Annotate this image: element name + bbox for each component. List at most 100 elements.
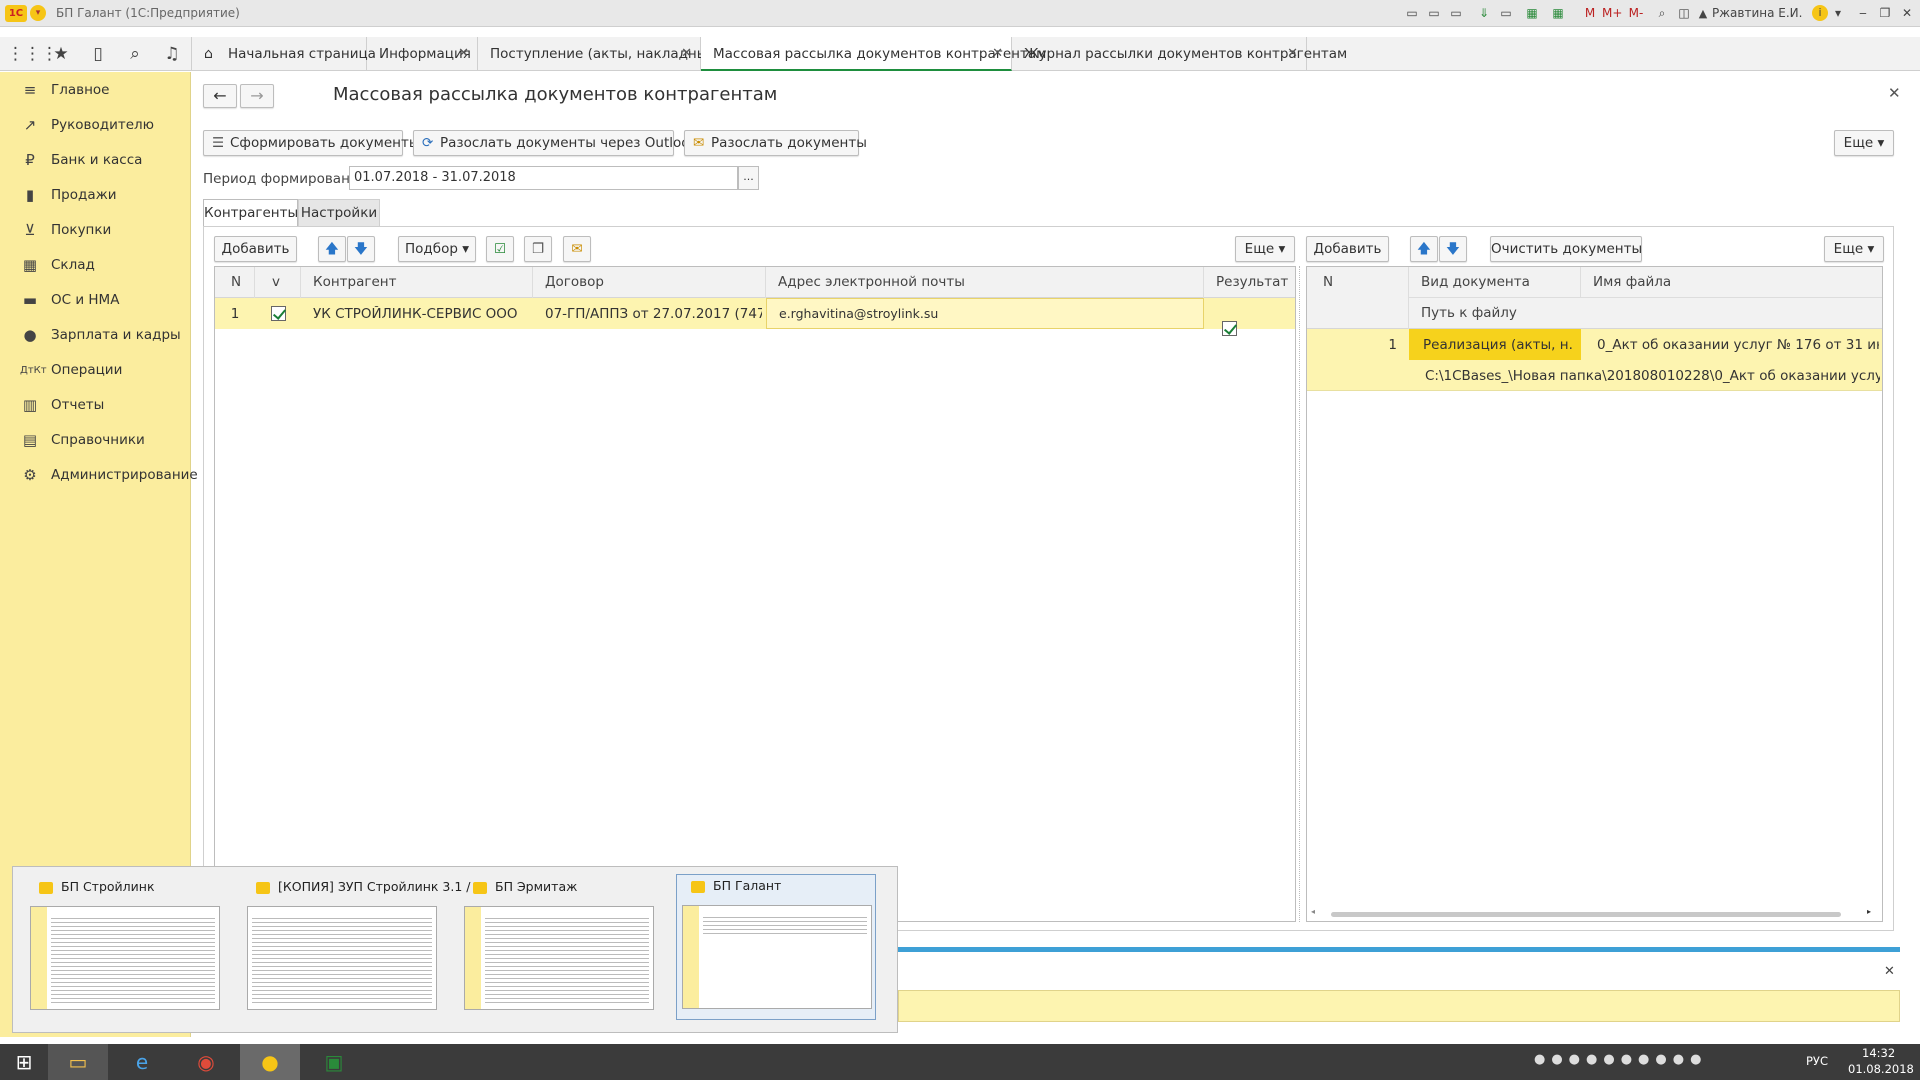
windows-start-icon[interactable]: ⊞ bbox=[0, 1044, 48, 1080]
sidebar-item-warehouse[interactable]: ▦ Склад bbox=[0, 248, 190, 283]
column-header-email[interactable]: Адрес электронной почты bbox=[766, 267, 1204, 298]
table-row[interactable]: 1 УК СТРОЙЛИНК-СЕРВИС ООО 07-ГП/АППЗ от … bbox=[215, 298, 1295, 336]
save-icon[interactable]: ▭ bbox=[1404, 4, 1420, 23]
move-up-button[interactable]: 🡅 bbox=[318, 236, 346, 262]
close-icon[interactable]: ✕ bbox=[1287, 37, 1298, 71]
doc-move-up-button[interactable]: 🡅 bbox=[1410, 236, 1438, 262]
move-down-button[interactable]: 🡇 bbox=[347, 236, 375, 262]
row-result-checkbox[interactable] bbox=[1222, 321, 1237, 336]
sidebar-item-operations[interactable]: ДтКт Операции bbox=[0, 353, 190, 388]
favorites-icon[interactable]: ▭ bbox=[1498, 4, 1514, 23]
sidebar-item-bank[interactable]: ₽ Банк и касса bbox=[0, 143, 190, 178]
table-row[interactable]: 1 Реализация (акты, н... 0_Акт об оказан… bbox=[1307, 329, 1882, 391]
clock-date[interactable]: 01.08.2018 bbox=[1848, 1062, 1914, 1076]
send-documents-button[interactable]: ✉ Разослать документы bbox=[684, 130, 867, 156]
row-email-cell[interactable]: e.rghavitina@stroylink.su bbox=[766, 298, 1204, 329]
check-all-button[interactable]: ☑ bbox=[486, 236, 514, 262]
tab-mailing-journal[interactable]: Журнал рассылки документов контрагентам ✕ bbox=[1012, 37, 1347, 71]
memory-m-button[interactable]: M bbox=[1582, 4, 1598, 23]
sidebar-item-salary[interactable]: ● Зарплата и кадры bbox=[0, 318, 190, 353]
sidebar-item-manager[interactable]: ↗ Руководителю bbox=[0, 108, 190, 143]
column-header-check[interactable]: v bbox=[255, 267, 301, 298]
preview-window-zup[interactable]: [КОПИЯ] ЗУП Стройлинк 3.1 / ... bbox=[242, 876, 486, 1016]
preview-window-ermitazh[interactable]: БП Эрмитаж bbox=[459, 876, 659, 1016]
file-explorer-icon[interactable]: ▭ bbox=[48, 1044, 108, 1080]
add-counterparty-button[interactable]: Добавить bbox=[214, 236, 297, 262]
close-icon[interactable]: ✕ bbox=[458, 37, 469, 71]
minimize-icon[interactable]: ‒ bbox=[1854, 4, 1872, 23]
select-button[interactable]: Подбор ▾ bbox=[398, 236, 476, 262]
print-icon[interactable]: ▭ bbox=[1426, 4, 1442, 23]
apps-grid-icon[interactable]: ⋮⋮⋮ bbox=[7, 41, 58, 67]
close-icon[interactable]: ✕ bbox=[681, 37, 692, 71]
scrollbar-thumb[interactable] bbox=[1331, 912, 1841, 917]
tray-icons[interactable]: ●●●●●●●●●● bbox=[1534, 1052, 1794, 1072]
splitter[interactable] bbox=[1299, 266, 1302, 922]
search-icon[interactable]: ⌕ bbox=[118, 41, 152, 67]
period-select-button[interactable]: ... bbox=[738, 166, 759, 190]
forward-button[interactable]: → bbox=[240, 84, 274, 108]
back-button[interactable]: ← bbox=[203, 84, 237, 108]
left-more-button[interactable]: Еще ▾ bbox=[1235, 236, 1295, 262]
clear-documents-button[interactable]: Очистить документы bbox=[1490, 236, 1642, 262]
link-icon[interactable]: ⇓ bbox=[1476, 4, 1492, 23]
history-icon[interactable]: ▯ bbox=[81, 41, 115, 67]
preview-window-stroylink[interactable]: БП Стройлинк bbox=[25, 876, 225, 1016]
1c-taskbar-icon[interactable]: ● bbox=[240, 1044, 300, 1080]
tab-mass-mailing[interactable]: Массовая рассылка документов контрагента… bbox=[701, 37, 1046, 71]
close-icon[interactable]: ✕ bbox=[992, 37, 1003, 71]
calculator-icon[interactable]: ▦ bbox=[1550, 4, 1566, 23]
calendar-icon[interactable]: ▦ bbox=[1524, 4, 1540, 23]
chrome-icon[interactable]: ◉ bbox=[176, 1044, 236, 1080]
scroll-right-icon[interactable]: ▸ bbox=[1867, 907, 1871, 916]
internet-explorer-icon[interactable]: e bbox=[112, 1044, 172, 1080]
sidebar-item-main[interactable]: ≡ Главное bbox=[0, 73, 190, 108]
main-menu-chevron-icon[interactable]: ▾ bbox=[30, 5, 46, 21]
preview-window-galant[interactable]: БП Галант bbox=[676, 874, 876, 1020]
send-via-outlook-button[interactable]: ⟳ Разослать документы через Outlook bbox=[413, 130, 697, 156]
1c-logo-icon[interactable]: 1С bbox=[5, 5, 27, 22]
tab-settings[interactable]: Настройки bbox=[298, 199, 380, 226]
doc-move-down-button[interactable]: 🡇 bbox=[1439, 236, 1467, 262]
sidebar-item-purchases[interactable]: ⊻ Покупки bbox=[0, 213, 190, 248]
zoom-icon[interactable]: ⌕ bbox=[1654, 4, 1670, 23]
column-header-doc-type[interactable]: Вид документа bbox=[1409, 267, 1581, 298]
language-indicator[interactable]: РУС bbox=[1806, 1054, 1828, 1068]
memory-minus-button[interactable]: M- bbox=[1626, 4, 1646, 23]
restore-icon[interactable]: ❐ bbox=[1876, 4, 1894, 23]
tab-info[interactable]: Информация ✕ bbox=[367, 37, 478, 71]
tab-receipts[interactable]: Поступление (акты, накладные) ✕ bbox=[478, 37, 721, 71]
star-icon[interactable]: ★ bbox=[44, 41, 78, 67]
period-input[interactable]: 01.07.2018 - 31.07.2018 bbox=[349, 166, 738, 190]
sidebar-item-sales[interactable]: ▮ Продажи bbox=[0, 178, 190, 213]
sidebar-item-assets[interactable]: ▬ ОС и НМА bbox=[0, 283, 190, 318]
sidebar-item-reports[interactable]: ▥ Отчеты bbox=[0, 388, 190, 423]
row-checkbox[interactable] bbox=[271, 306, 286, 321]
close-notification-icon[interactable]: ✕ bbox=[1884, 964, 1895, 979]
horizontal-scrollbar[interactable]: ◂ ▸ bbox=[1311, 907, 1878, 919]
user-name[interactable]: Ржавтина Е.И. bbox=[1712, 4, 1804, 23]
info-icon[interactable]: i bbox=[1812, 5, 1828, 21]
row-doc-type-cell[interactable]: Реализация (акты, н... bbox=[1409, 329, 1581, 360]
sidebar-item-admin[interactable]: ⚙ Администрирование bbox=[0, 458, 197, 493]
excel-icon[interactable]: ▣ bbox=[304, 1044, 364, 1080]
tab-home[interactable]: ⌂ Начальная страница bbox=[192, 37, 376, 71]
sidebar-item-catalogs[interactable]: ▤ Справочники bbox=[0, 423, 190, 458]
envelope-button[interactable]: ✉ bbox=[563, 236, 591, 262]
chevron-down-icon[interactable]: ▾ bbox=[1832, 4, 1844, 23]
add-document-button[interactable]: Добавить bbox=[1306, 236, 1389, 262]
column-header-n[interactable]: N bbox=[1307, 267, 1409, 329]
column-header-file-name[interactable]: Имя файла bbox=[1581, 267, 1882, 298]
right-more-button[interactable]: Еще ▾ bbox=[1824, 236, 1884, 262]
copy-button[interactable]: ❐ bbox=[524, 236, 552, 262]
column-header-counterparty[interactable]: Контрагент bbox=[301, 267, 533, 298]
bell-icon[interactable]: ♫ bbox=[155, 41, 189, 67]
column-header-contract[interactable]: Договор bbox=[533, 267, 766, 298]
scroll-left-icon[interactable]: ◂ bbox=[1311, 907, 1315, 916]
column-header-result[interactable]: Результат bbox=[1204, 267, 1295, 298]
clock-time[interactable]: 14:32 bbox=[1862, 1046, 1895, 1060]
more-button[interactable]: Еще ▾ bbox=[1834, 130, 1894, 156]
memory-plus-button[interactable]: M+ bbox=[1602, 4, 1622, 23]
panels-icon[interactable]: ◫ bbox=[1676, 4, 1692, 23]
close-window-icon[interactable]: ✕ bbox=[1898, 4, 1916, 23]
